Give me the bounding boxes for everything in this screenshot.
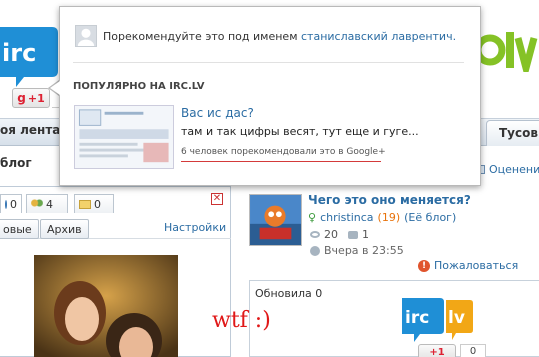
updated-label: Обновила 0 [255,287,323,300]
post-title[interactable]: Чего это оно меняется? [308,193,471,207]
envelope-icon [79,199,91,209]
tab-photos[interactable]: 0 [0,194,22,213]
recommend-name-link[interactable]: станиславский лаврентич. [301,30,456,43]
post-time-text: Вчера в 23:55 [324,244,404,257]
people-icon [31,199,43,209]
post-author-line: ♀ christinca (19) (Её блог) [308,211,456,224]
segment-new-button[interactable]: овые [0,219,39,239]
recommend-text: Порекомендуйте это под именем [103,30,298,43]
rating-label: Оценени [489,163,539,176]
author-count: (19) [377,211,401,224]
segment-archive-button[interactable]: Архив [40,219,89,239]
eye-icon [310,231,320,238]
gplus-small-count: 0 [460,344,486,357]
popup-popular-heading: ПОПУЛЯРНО НА IRC.LV [73,81,205,92]
google-plus-one-button[interactable]: g +1 [12,88,50,108]
clock-icon [310,245,320,256]
profile-placeholder-icon [75,25,97,47]
camera-icon [5,199,7,209]
popular-item-title[interactable]: Вас ис дас? [181,106,254,120]
user-photo[interactable] [34,255,178,357]
popular-item-thumbnail[interactable] [74,105,174,169]
popup-recommend-line: Порекомендуйте это под именем станиславс… [103,30,456,43]
comment-icon [348,230,358,239]
svg-text:irc: irc [2,39,36,67]
blog-heading: блог [0,156,32,170]
popular-item-snippet: там и так цифры весят, тут еще и гуге... [181,125,419,138]
post-time: Вчера в 23:55 [310,244,404,257]
popular-item-recommend-count: 6 человек порекомендовали это в Google+ [181,147,386,157]
user-female-icon: ♀ [308,211,317,224]
comments-count[interactable]: 1 [362,228,369,241]
overlay-annotation: wtf :) [212,308,271,333]
google-g-icon: g [17,91,26,105]
svg-text:irc: irc [405,308,429,328]
popup-arrow-inner [50,81,60,95]
report-link[interactable]: ! Пожаловаться [418,259,518,272]
views-count: 20 [324,228,338,241]
rating-link[interactable]: Оценени [476,163,539,176]
tab-friends[interactable]: 4 [26,194,68,213]
tab-messages[interactable]: 0 [74,194,114,213]
tab-messages-count: 0 [94,197,101,211]
irc-lv-logo[interactable]: irc lv [400,296,474,344]
settings-link[interactable]: Настройки [164,221,226,234]
report-label: Пожаловаться [434,259,519,272]
svg-text:lv: lv [448,308,465,328]
popup-divider [73,62,464,63]
google-plus-one-button-small[interactable]: +1 [418,344,456,357]
author-blog-link[interactable]: (Её блог) [404,211,456,224]
warning-icon: ! [418,259,430,272]
nav-tab-party[interactable]: Тусовк [486,120,539,146]
post-author-avatar[interactable] [249,194,302,246]
gplus-label: +1 [27,91,45,105]
annotation-underline [181,161,381,162]
close-icon[interactable]: ✕ [211,193,223,205]
author-link[interactable]: christinca [320,211,373,224]
post-stats: 20 1 [310,228,369,241]
irc-lv-logo-fragment[interactable] [480,28,539,72]
tab-friends-count: 4 [46,197,53,211]
tab-photos-count: 0 [10,197,17,211]
nav-tab-my-feed[interactable]: оя лента [0,123,60,137]
